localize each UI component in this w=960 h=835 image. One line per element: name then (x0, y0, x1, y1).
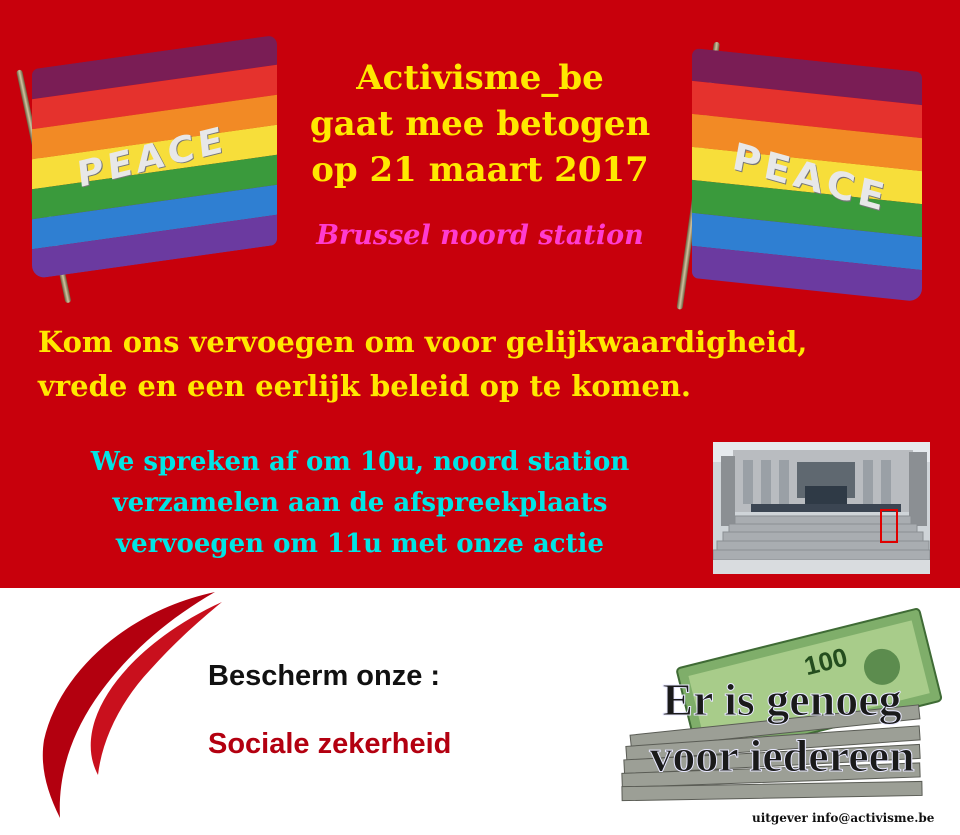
right-flag-cloth: PEACE (692, 47, 922, 303)
money-slogan: Er is genoeg voor iedereen (612, 672, 952, 784)
location-subtitle: Brussel noord station (316, 220, 644, 251)
slogan-line-2: voor iedereen (649, 730, 915, 782)
meeting-line-2: verzamelen aan de afspreekplaats (112, 488, 608, 518)
meeting-info: We spreken af om 10u, noord station verz… (30, 442, 690, 565)
social-security-label: Sociale zekerheid (208, 728, 452, 760)
station-photo (713, 442, 930, 574)
headline-line-1: Activisme_be (356, 58, 604, 98)
call-line-2: vrede en een eerlijk beleid op te komen. (38, 369, 692, 403)
right-peace-flag: PEACE (660, 40, 922, 310)
left-peace-flag: PEACE (14, 34, 277, 310)
publisher-credit: uitgever info@activisme.be (752, 811, 935, 825)
left-flag-cloth: PEACE (32, 34, 277, 280)
meeting-line-3: vervoegen om 11u met onze actie (116, 529, 604, 559)
meeting-line-1: We spreken af om 10u, noord station (90, 447, 630, 477)
call-to-action: Kom ons vervoegen om voor gelijkwaardigh… (38, 320, 938, 408)
protect-label: Bescherm onze : (208, 660, 441, 692)
social-security-logo (40, 590, 240, 820)
headline-line-2: gaat mee betogen (309, 104, 651, 144)
call-line-1: Kom ons vervoegen om voor gelijkwaardigh… (38, 325, 808, 359)
swoosh-logo-icon (42, 592, 222, 818)
slogan-line-1: Er is genoeg (662, 674, 902, 726)
station-illustration (713, 442, 930, 574)
headline-line-3: op 21 maart 2017 (311, 150, 649, 190)
headline: Activisme_be gaat mee betogen op 21 maar… (270, 55, 690, 193)
